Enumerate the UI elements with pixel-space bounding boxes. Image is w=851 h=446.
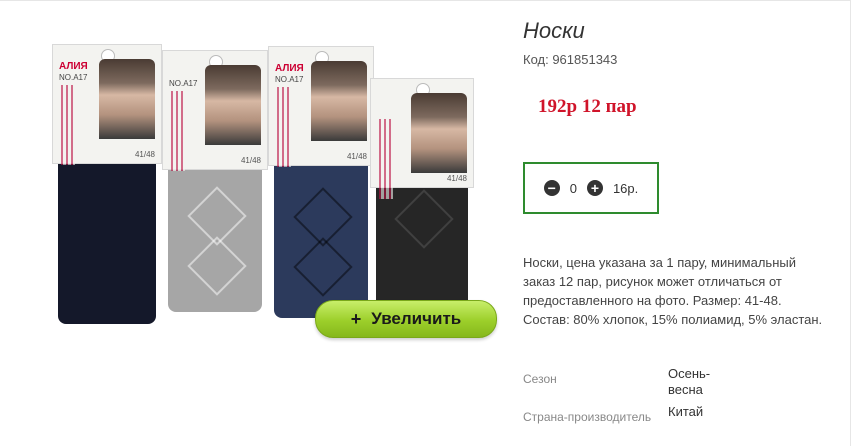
product-properties: Сезон Осень-весна Страна-производитель К…	[523, 366, 823, 430]
quantity-value[interactable]: 0	[570, 181, 577, 196]
property-value: Китай	[668, 404, 704, 419]
property-name: Сезон	[523, 372, 557, 386]
tag-stripe	[277, 87, 291, 167]
zoom-button-label: Увеличить	[371, 309, 462, 328]
sock-package-2: NO.A17 41/48	[162, 50, 268, 312]
argyle-pattern	[394, 189, 454, 249]
size-label: 41/48	[134, 150, 155, 159]
brand-label: АЛИЯ	[59, 61, 88, 72]
plus-icon: +	[350, 308, 362, 329]
model-label: NO.A17	[59, 73, 88, 82]
sock-package-3: АЛИЯ NO.A17 41/48	[268, 46, 374, 318]
model-label: NO.A17	[275, 75, 304, 84]
property-row: Сезон Осень-весна	[523, 366, 823, 398]
argyle-pattern	[187, 236, 247, 296]
tag-stripe	[61, 85, 75, 165]
plus-circle-icon[interactable]: +	[586, 180, 603, 196]
quantity-stepper: − 0 + 16р.	[523, 162, 659, 214]
unit-price: 16р.	[612, 180, 639, 196]
sock-package-4: 41/48	[370, 78, 474, 318]
zoom-button[interactable]: + Увеличить	[315, 300, 497, 338]
model-photo	[411, 93, 467, 173]
product-title: Носки	[523, 18, 585, 43]
model-photo	[311, 61, 367, 141]
property-row: Страна-производитель Китай	[523, 404, 823, 424]
size-label: 41/48	[346, 152, 367, 161]
property-name: Страна-производитель	[523, 410, 652, 424]
product-code: Код: 961851343	[523, 52, 618, 67]
property-value: Осень-весна	[668, 366, 711, 397]
model-photo	[205, 65, 261, 145]
model-photo	[99, 59, 155, 139]
brand-label: АЛИЯ	[275, 63, 304, 74]
tag-stripe	[171, 91, 185, 171]
sock-package-1: АЛИЯ NO.A17 41/48	[52, 44, 162, 324]
product-photo[interactable]: АЛИЯ NO.A17 41/48 NO.A17 41/48 АЛИЯ NO.A…	[40, 40, 490, 340]
minus-circle-icon[interactable]: −	[543, 180, 560, 196]
product-description: Носки, цена указана за 1 пару, минимальн…	[523, 255, 823, 327]
package-tag: АЛИЯ NO.A17 41/48	[268, 46, 374, 167]
size-label: 41/48	[240, 156, 261, 165]
product-price: 192р 12 пар	[538, 96, 637, 117]
size-label: 41/48	[446, 174, 467, 183]
tag-stripe	[379, 119, 393, 199]
package-tag: АЛИЯ NO.A17 41/48	[52, 44, 162, 165]
package-tag: NO.A17 41/48	[162, 50, 268, 171]
top-divider	[0, 0, 851, 1]
package-tag: 41/48	[370, 78, 474, 199]
model-label: NO.A17	[169, 79, 198, 88]
argyle-pattern	[293, 237, 353, 297]
